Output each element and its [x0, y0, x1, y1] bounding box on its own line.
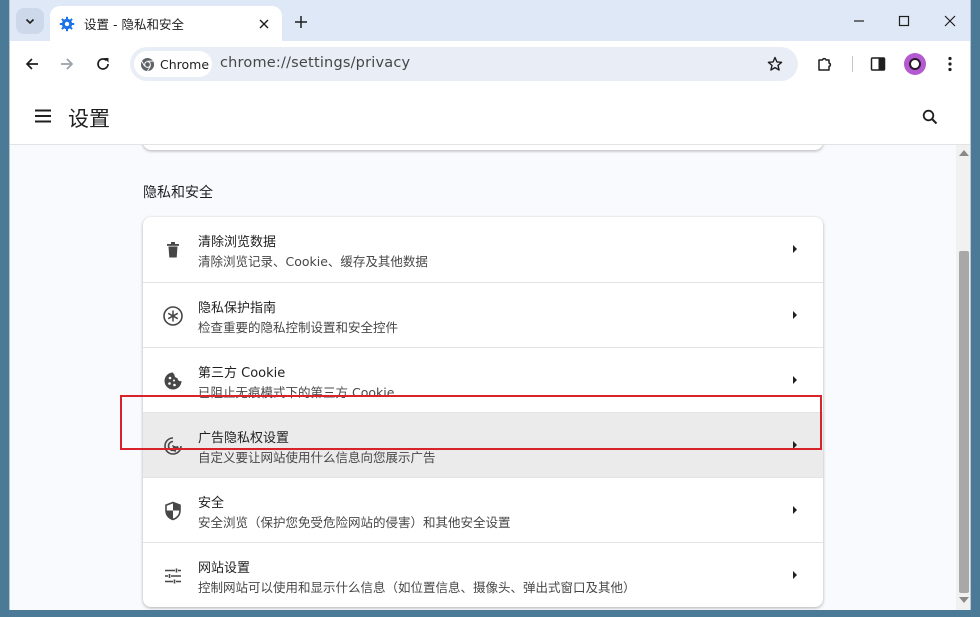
avatar-face-icon	[909, 58, 921, 70]
puzzle-icon	[816, 55, 834, 73]
site-chip-label: Chrome	[160, 56, 210, 72]
arrow-right-icon	[787, 241, 803, 257]
maximize-button[interactable]	[893, 10, 915, 32]
list-item-subtitle: 已阻止无痕模式下的第三方 Cookie	[198, 385, 395, 400]
close-window-button[interactable]	[939, 10, 961, 32]
search-icon	[922, 109, 938, 125]
privacy-guide-icon	[161, 304, 185, 328]
list-item-subtitle: 安全浏览（保护您免受危险网站的侵害）和其他安全设置	[198, 515, 511, 530]
forward-button[interactable]	[55, 52, 79, 76]
browser-toolbar: Chrome chrome://settings/privacy	[10, 41, 970, 87]
shield-icon	[161, 499, 185, 523]
chrome-menu-button[interactable]	[938, 52, 962, 76]
list-item-subtitle: 控制网站可以使用和显示什么信息（如位置信息、摄像头、弹出式窗口及其他）	[198, 580, 636, 595]
settings-page: 设置 隐私和安全 清除浏览数据 清除浏览记录、Cookie、缓存及其他数据 隐私…	[10, 87, 970, 610]
chrome-logo-icon	[140, 57, 155, 72]
list-item-title: 清除浏览数据	[198, 235, 277, 250]
list-item-title: 广告隐私权设置	[198, 431, 290, 446]
scrollbar-thumb[interactable]	[959, 251, 969, 593]
arrow-left-icon	[24, 56, 40, 72]
list-item-third-party-cookies[interactable]: 第三方 Cookie 已阻止无痕模式下的第三方 Cookie	[143, 347, 823, 412]
hamburger-icon	[34, 109, 52, 123]
back-button[interactable]	[20, 52, 44, 76]
tab-settings-privacy[interactable]: 设置 - 隐私和安全	[50, 6, 282, 41]
arrow-right-icon	[787, 307, 803, 323]
list-item-title: 安全	[198, 496, 225, 511]
site-info-chip[interactable]: Chrome	[134, 51, 212, 77]
settings-header: 设置	[10, 87, 970, 145]
close-tab-icon[interactable]	[254, 14, 274, 34]
list-item-site-settings[interactable]: 网站设置 控制网站可以使用和显示什么信息（如位置信息、摄像头、弹出式窗口及其他）	[143, 542, 823, 607]
reload-icon	[95, 56, 111, 72]
side-panel-button[interactable]	[866, 52, 890, 76]
scroll-down-arrow-icon[interactable]	[959, 597, 969, 603]
settings-gear-icon	[59, 16, 75, 32]
privacy-security-card: 清除浏览数据 清除浏览记录、Cookie、缓存及其他数据 隐私保护指南 检查重要…	[143, 217, 823, 607]
profile-avatar[interactable]	[904, 53, 926, 75]
section-title: 隐私和安全	[143, 185, 213, 201]
list-item-security[interactable]: 安全 安全浏览（保护您免受危险网站的侵害）和其他安全设置	[143, 477, 823, 542]
reload-button[interactable]	[91, 52, 115, 76]
chevron-down-icon	[24, 15, 36, 27]
arrow-right-icon	[787, 372, 803, 388]
list-item-title: 隐私保护指南	[198, 301, 277, 316]
settings-search-button[interactable]	[918, 105, 942, 129]
arrow-right-icon	[59, 56, 75, 72]
list-item-subtitle: 自定义要让网站使用什么信息向您展示广告	[198, 450, 436, 465]
bookmark-star-button[interactable]	[764, 53, 786, 75]
minimize-button[interactable]	[848, 10, 870, 32]
list-item-subtitle: 清除浏览记录、Cookie、缓存及其他数据	[198, 254, 428, 269]
arrow-right-icon	[787, 437, 803, 453]
url-text[interactable]: chrome://settings/privacy	[220, 55, 410, 71]
arrow-right-icon	[787, 567, 803, 583]
list-item-clear-browsing-data[interactable]: 清除浏览数据 清除浏览记录、Cookie、缓存及其他数据	[143, 217, 823, 282]
address-bar[interactable]: Chrome chrome://settings/privacy	[130, 47, 798, 81]
scroll-up-arrow-icon[interactable]	[959, 150, 969, 156]
side-panel-icon	[870, 56, 886, 72]
kebab-menu-icon	[948, 56, 952, 72]
tab-search-button[interactable]	[16, 8, 44, 34]
list-item-title: 网站设置	[198, 561, 251, 576]
cookie-icon	[161, 369, 185, 393]
main-menu-button[interactable]	[32, 105, 54, 127]
page-scrollbar[interactable]	[956, 145, 970, 610]
list-item-ad-privacy[interactable]: 广告隐私权设置 自定义要让网站使用什么信息向您展示广告	[143, 412, 823, 477]
settings-content: 隐私和安全 清除浏览数据 清除浏览记录、Cookie、缓存及其他数据 隐私保护指…	[10, 145, 956, 610]
extensions-button[interactable]	[813, 52, 837, 76]
new-tab-button[interactable]	[290, 11, 312, 33]
browser-window: 设置 - 隐私和安全 Chrome chrome://settings/priv…	[9, 0, 971, 610]
page-title: 设置	[68, 107, 110, 131]
list-item-subtitle: 检查重要的隐私控制设置和安全控件	[198, 320, 399, 335]
toolbar-separator	[852, 56, 853, 72]
list-item-privacy-guide[interactable]: 隐私保护指南 检查重要的隐私控制设置和安全控件	[143, 282, 823, 347]
list-item-title: 第三方 Cookie	[198, 366, 286, 381]
previous-section-card	[143, 145, 823, 150]
ad-privacy-icon	[161, 434, 185, 458]
tab-title: 设置 - 隐私和安全	[84, 17, 184, 32]
sliders-icon	[161, 564, 185, 588]
arrow-right-icon	[787, 502, 803, 518]
star-icon	[767, 56, 783, 72]
tab-strip: 设置 - 隐私和安全	[10, 0, 970, 41]
trash-icon	[161, 238, 185, 262]
